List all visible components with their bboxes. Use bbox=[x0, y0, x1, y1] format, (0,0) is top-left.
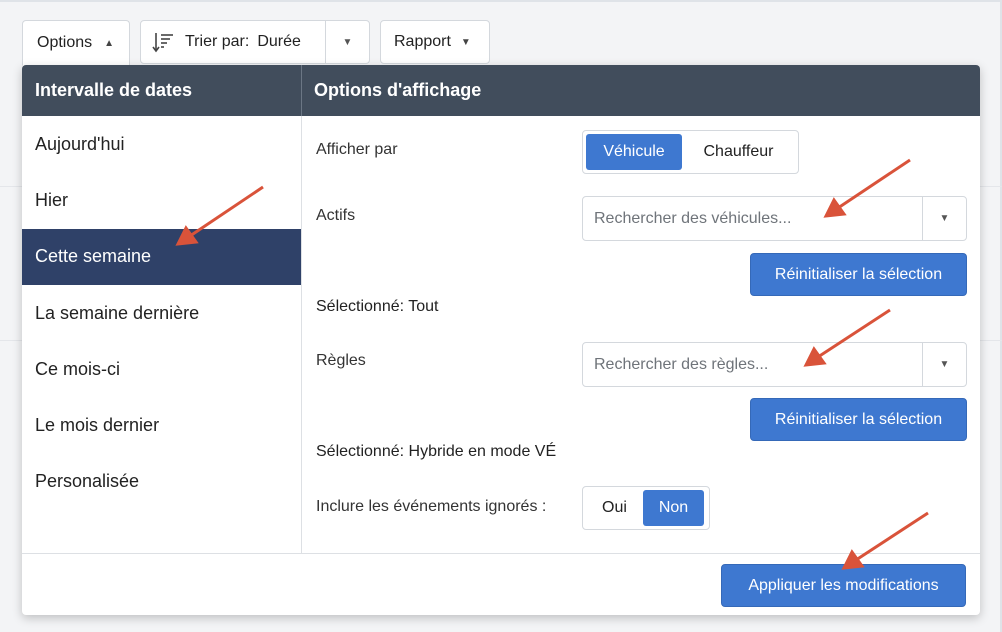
date-range-today[interactable]: Aujourd'hui bbox=[22, 116, 301, 172]
date-range-custom[interactable]: Personalisée bbox=[22, 454, 301, 510]
ignored-events-toggle: Oui Non bbox=[582, 486, 710, 530]
caret-down-icon: ▼ bbox=[342, 36, 353, 48]
assets-selected-text: Sélectionné: Tout bbox=[316, 298, 439, 315]
ignored-events-yes-option[interactable]: Oui bbox=[586, 490, 643, 526]
report-button[interactable]: Rapport ▼ bbox=[380, 20, 490, 64]
date-range-this-week[interactable]: Cette semaine bbox=[22, 228, 301, 285]
caret-down-icon[interactable]: ▼ bbox=[922, 197, 966, 240]
date-range-last-month[interactable]: Le mois dernier bbox=[22, 397, 301, 453]
apply-changes-button[interactable]: Appliquer les modifications bbox=[721, 564, 966, 607]
options-panel: Intervalle de dates Options d'affichage … bbox=[22, 65, 980, 615]
display-options-heading: Options d'affichage bbox=[314, 80, 482, 100]
caret-down-icon: ▼ bbox=[460, 36, 471, 48]
options-label: Options bbox=[37, 34, 93, 51]
date-range-yesterday[interactable]: Hier bbox=[22, 172, 301, 228]
rules-search-placeholder: Rechercher des règles... bbox=[594, 355, 769, 373]
ignored-events-no-option[interactable]: Non bbox=[643, 490, 704, 526]
caret-up-icon: ▲ bbox=[104, 37, 115, 49]
caret-down-icon[interactable]: ▼ bbox=[922, 343, 966, 386]
display-by-driver-option[interactable]: Chauffeur bbox=[682, 134, 795, 170]
ignored-events-label: Inclure les événements ignorés : bbox=[316, 498, 547, 515]
page-top-border bbox=[0, 0, 1002, 2]
rules-search-select[interactable]: Rechercher des règles... ▼ bbox=[582, 342, 967, 387]
sort-dropdown-toggle[interactable]: ▼ bbox=[325, 21, 369, 63]
display-by-vehicle-option[interactable]: Véhicule bbox=[586, 134, 682, 170]
date-range-heading: Intervalle de dates bbox=[22, 65, 302, 116]
date-range-list: Aujourd'hui Hier Cette semaine La semain… bbox=[22, 116, 302, 553]
report-toolbar: Options ▲ Trier par: Durée ▼ Rapport ▼ bbox=[22, 20, 490, 66]
sort-value: Durée bbox=[257, 33, 301, 50]
assets-label: Actifs bbox=[316, 207, 356, 224]
sort-descending-icon bbox=[152, 33, 173, 53]
assets-search-placeholder: Rechercher des véhicules... bbox=[594, 209, 792, 227]
rules-selected-text: Sélectionné: Hybride en mode VÉ bbox=[316, 443, 557, 460]
display-by-label: Afficher par bbox=[316, 141, 398, 158]
report-label: Rapport bbox=[394, 33, 451, 50]
display-options-form: Afficher par Véhicule Chauffeur Actifs R… bbox=[303, 116, 980, 553]
options-button[interactable]: Options ▲ bbox=[22, 20, 130, 66]
panel-header: Intervalle de dates Options d'affichage bbox=[22, 65, 980, 116]
rules-label: Règles bbox=[316, 352, 366, 369]
sort-label: Trier par: bbox=[185, 33, 250, 50]
date-range-this-month[interactable]: Ce mois-ci bbox=[22, 341, 301, 397]
assets-reset-button[interactable]: Réinitialiser la sélection bbox=[750, 253, 967, 296]
display-by-toggle: Véhicule Chauffeur bbox=[582, 130, 799, 174]
rules-reset-button[interactable]: Réinitialiser la sélection bbox=[750, 398, 967, 441]
sort-dropdown[interactable]: Trier par: Durée ▼ bbox=[140, 20, 370, 64]
panel-footer: Appliquer les modifications bbox=[22, 553, 980, 615]
assets-search-select[interactable]: Rechercher des véhicules... ▼ bbox=[582, 196, 967, 241]
date-range-last-week[interactable]: La semaine dernière bbox=[22, 285, 301, 341]
